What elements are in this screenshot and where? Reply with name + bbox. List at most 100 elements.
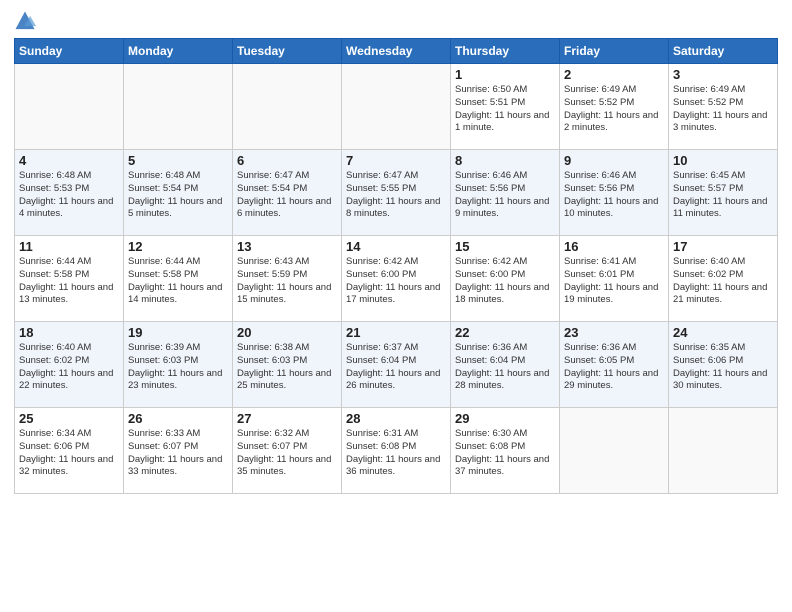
day-info: Sunrise: 6:47 AM Sunset: 5:55 PM Dayligh… <box>346 170 446 221</box>
calendar-cell: 15Sunrise: 6:42 AM Sunset: 6:00 PM Dayli… <box>451 236 560 322</box>
header <box>14 10 778 32</box>
day-info: Sunrise: 6:49 AM Sunset: 5:52 PM Dayligh… <box>673 84 773 135</box>
calendar-cell <box>669 408 778 494</box>
calendar-cell: 27 Sunrise: 6:32 AM Sunset: 6:07 PM Dayli… <box>233 408 342 494</box>
weekday-header-thursday: Thursday <box>451 39 560 64</box>
day-info: Sunrise: 6:39 AM Sunset: 6:03 PM Dayligh… <box>128 342 228 393</box>
calendar-cell <box>233 64 342 150</box>
day-info: Sunrise: 6:48 AM Sunset: 5:54 PM Dayligh… <box>128 170 228 221</box>
calendar-cell: 9 Sunrise: 6:46 AM Sunset: 5:56 PM Daylig… <box>560 150 669 236</box>
day-info: Sunrise: 6:44 AM Sunset: 5:58 PM Dayligh… <box>128 256 228 307</box>
day-number: 9 <box>564 153 664 168</box>
calendar-cell: 10Sunrise: 6:45 AM Sunset: 5:57 PM Dayli… <box>669 150 778 236</box>
day-info: Sunrise: 6:42 AM Sunset: 6:00 PM Dayligh… <box>455 256 555 307</box>
day-info: Sunrise: 6:40 AM Sunset: 6:02 PM Dayligh… <box>19 342 119 393</box>
day-info: Sunrise: 6:30 AM Sunset: 6:08 PM Dayligh… <box>455 428 555 479</box>
day-number: 1 <box>455 67 555 82</box>
calendar-cell: 19 Sunrise: 6:39 AM Sunset: 6:03 PM Dayli… <box>124 322 233 408</box>
calendar-cell: 13 Sunrise: 6:43 AM Sunset: 5:59 PM Dayli… <box>233 236 342 322</box>
calendar-cell: 8 Sunrise: 6:46 AM Sunset: 5:56 PM Daylig… <box>451 150 560 236</box>
day-number: 11 <box>19 239 119 254</box>
day-number: 5 <box>128 153 228 168</box>
weekday-header-monday: Monday <box>124 39 233 64</box>
calendar-cell: 2 Sunrise: 6:49 AM Sunset: 5:52 PM Daylig… <box>560 64 669 150</box>
calendar-cell: 3 Sunrise: 6:49 AM Sunset: 5:52 PM Daylig… <box>669 64 778 150</box>
day-info: Sunrise: 6:46 AM Sunset: 5:56 PM Dayligh… <box>564 170 664 221</box>
week-row-0: 1Sunrise: 6:50 AM Sunset: 5:51 PM Daylig… <box>15 64 778 150</box>
day-info: Sunrise: 6:38 AM Sunset: 6:03 PM Dayligh… <box>237 342 337 393</box>
calendar-body: 1Sunrise: 6:50 AM Sunset: 5:51 PM Daylig… <box>15 64 778 494</box>
day-number: 17 <box>673 239 773 254</box>
day-number: 8 <box>455 153 555 168</box>
day-number: 29 <box>455 411 555 426</box>
calendar-cell <box>15 64 124 150</box>
calendar-cell <box>560 408 669 494</box>
week-row-3: 18 Sunrise: 6:40 AM Sunset: 6:02 PM Dayli… <box>15 322 778 408</box>
day-number: 6 <box>237 153 337 168</box>
calendar-cell: 7 Sunrise: 6:47 AM Sunset: 5:55 PM Daylig… <box>342 150 451 236</box>
logo-icon <box>14 10 36 32</box>
day-number: 4 <box>19 153 119 168</box>
day-info: Sunrise: 6:46 AM Sunset: 5:56 PM Dayligh… <box>455 170 555 221</box>
day-info: Sunrise: 6:33 AM Sunset: 6:07 PM Dayligh… <box>128 428 228 479</box>
day-info: Sunrise: 6:31 AM Sunset: 6:08 PM Dayligh… <box>346 428 446 479</box>
calendar-cell: 20 Sunrise: 6:38 AM Sunset: 6:03 PM Dayli… <box>233 322 342 408</box>
day-number: 18 <box>19 325 119 340</box>
day-info: Sunrise: 6:35 AM Sunset: 6:06 PM Dayligh… <box>673 342 773 393</box>
logo <box>14 10 40 32</box>
page: SundayMondayTuesdayWednesdayThursdayFrid… <box>0 0 792 612</box>
day-number: 24 <box>673 325 773 340</box>
week-row-4: 25 Sunrise: 6:34 AM Sunset: 6:06 PM Dayli… <box>15 408 778 494</box>
calendar-cell: 5 Sunrise: 6:48 AM Sunset: 5:54 PM Daylig… <box>124 150 233 236</box>
calendar-cell: 14 Sunrise: 6:42 AM Sunset: 6:00 PM Dayli… <box>342 236 451 322</box>
calendar-cell: 28 Sunrise: 6:31 AM Sunset: 6:08 PM Dayli… <box>342 408 451 494</box>
day-number: 25 <box>19 411 119 426</box>
day-info: Sunrise: 6:37 AM Sunset: 6:04 PM Dayligh… <box>346 342 446 393</box>
day-number: 7 <box>346 153 446 168</box>
day-number: 27 <box>237 411 337 426</box>
calendar-cell: 21 Sunrise: 6:37 AM Sunset: 6:04 PM Dayli… <box>342 322 451 408</box>
day-number: 19 <box>128 325 228 340</box>
calendar-cell: 12 Sunrise: 6:44 AM Sunset: 5:58 PM Dayli… <box>124 236 233 322</box>
weekday-header-sunday: Sunday <box>15 39 124 64</box>
week-row-2: 11 Sunrise: 6:44 AM Sunset: 5:58 PM Dayli… <box>15 236 778 322</box>
day-number: 28 <box>346 411 446 426</box>
day-number: 16 <box>564 239 664 254</box>
day-number: 23 <box>564 325 664 340</box>
weekday-header-wednesday: Wednesday <box>342 39 451 64</box>
day-info: Sunrise: 6:49 AM Sunset: 5:52 PM Dayligh… <box>564 84 664 135</box>
day-info: Sunrise: 6:41 AM Sunset: 6:01 PM Dayligh… <box>564 256 664 307</box>
day-number: 26 <box>128 411 228 426</box>
calendar-table: SundayMondayTuesdayWednesdayThursdayFrid… <box>14 38 778 494</box>
calendar-cell: 25 Sunrise: 6:34 AM Sunset: 6:06 PM Dayli… <box>15 408 124 494</box>
calendar-cell: 1Sunrise: 6:50 AM Sunset: 5:51 PM Daylig… <box>451 64 560 150</box>
day-number: 21 <box>346 325 446 340</box>
calendar-cell: 4Sunrise: 6:48 AM Sunset: 5:53 PM Daylig… <box>15 150 124 236</box>
day-number: 12 <box>128 239 228 254</box>
day-info: Sunrise: 6:40 AM Sunset: 6:02 PM Dayligh… <box>673 256 773 307</box>
week-row-1: 4Sunrise: 6:48 AM Sunset: 5:53 PM Daylig… <box>15 150 778 236</box>
weekday-header-tuesday: Tuesday <box>233 39 342 64</box>
day-info: Sunrise: 6:47 AM Sunset: 5:54 PM Dayligh… <box>237 170 337 221</box>
day-info: Sunrise: 6:34 AM Sunset: 6:06 PM Dayligh… <box>19 428 119 479</box>
day-number: 13 <box>237 239 337 254</box>
calendar-cell: 22 Sunrise: 6:36 AM Sunset: 6:04 PM Dayli… <box>451 322 560 408</box>
day-number: 22 <box>455 325 555 340</box>
day-number: 20 <box>237 325 337 340</box>
calendar-cell: 11Sunrise: 6:44 AM Sunset: 5:58 PM Dayli… <box>15 236 124 322</box>
day-info: Sunrise: 6:36 AM Sunset: 6:04 PM Dayligh… <box>455 342 555 393</box>
weekday-header-saturday: Saturday <box>669 39 778 64</box>
day-number: 3 <box>673 67 773 82</box>
calendar-cell <box>124 64 233 150</box>
weekday-header-row: SundayMondayTuesdayWednesdayThursdayFrid… <box>15 39 778 64</box>
calendar-cell: 16 Sunrise: 6:41 AM Sunset: 6:01 PM Dayli… <box>560 236 669 322</box>
day-info: Sunrise: 6:42 AM Sunset: 6:00 PM Dayligh… <box>346 256 446 307</box>
day-info: Sunrise: 6:32 AM Sunset: 6:07 PM Dayligh… <box>237 428 337 479</box>
calendar-cell: 26 Sunrise: 6:33 AM Sunset: 6:07 PM Dayli… <box>124 408 233 494</box>
calendar-cell: 18 Sunrise: 6:40 AM Sunset: 6:02 PM Dayli… <box>15 322 124 408</box>
calendar-cell: 29 Sunrise: 6:30 AM Sunset: 6:08 PM Dayli… <box>451 408 560 494</box>
day-info: Sunrise: 6:43 AM Sunset: 5:59 PM Dayligh… <box>237 256 337 307</box>
day-number: 2 <box>564 67 664 82</box>
day-number: 14 <box>346 239 446 254</box>
day-info: Sunrise: 6:36 AM Sunset: 6:05 PM Dayligh… <box>564 342 664 393</box>
